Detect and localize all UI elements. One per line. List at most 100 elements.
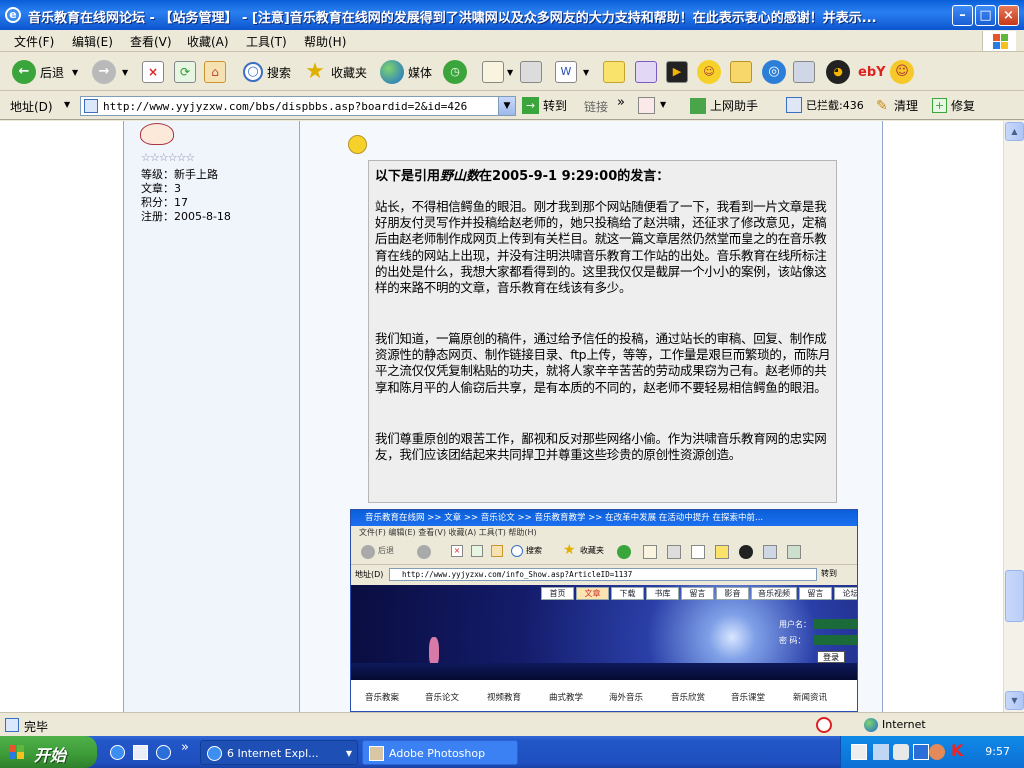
stop-icon: × <box>142 61 164 83</box>
links-button[interactable]: 链接 <box>584 98 608 115</box>
tool-icon[interactable] <box>638 97 655 114</box>
embedded-tab: 影音 <box>716 587 749 600</box>
menu-tools[interactable]: 工具(T) <box>246 33 287 50</box>
embedded-username-field <box>813 619 857 629</box>
popup-blocker-status-icon[interactable] <box>816 717 832 733</box>
qq-button[interactable]: ◕ <box>826 59 850 85</box>
embedded-address-bar: 地址(D) http://www.yyjyzxw.com/info_Show.a… <box>355 568 837 581</box>
search-icon: ○ <box>243 62 263 82</box>
embedded-mail-icon <box>643 545 657 559</box>
embedded-water <box>351 663 857 680</box>
mail-button[interactable]: ▼ <box>482 59 513 85</box>
repair-button[interactable]: + 修复 <box>932 97 975 114</box>
start-button[interactable]: 开始 <box>0 736 97 768</box>
print-button[interactable] <box>520 59 542 85</box>
embedded-tab: 留言 <box>799 587 832 600</box>
embedded-home-icon <box>491 545 503 557</box>
favorites-button[interactable]: ★ 收藏夹 <box>303 59 367 85</box>
stop-button[interactable]: × <box>142 59 164 85</box>
player-button[interactable]: ▶ <box>666 59 688 85</box>
embedded-star-icon: ★ <box>563 542 576 558</box>
tool-dropdown-icon[interactable]: ▼ <box>660 100 666 109</box>
refresh-button[interactable]: ⟳ <box>174 59 196 85</box>
search-button[interactable]: ○ 搜索 <box>243 59 291 85</box>
tools-icon <box>793 61 815 83</box>
ie-task-icon <box>207 746 222 761</box>
maximize-button[interactable]: □ <box>975 5 996 26</box>
media-button[interactable]: 媒体 <box>380 59 432 85</box>
embedded-nav-bar: 音乐教案 音乐论文 视频教育 曲式教学 海外音乐 音乐欣赏 音乐课堂 新闻资讯 <box>351 680 857 711</box>
vertical-scrollbar[interactable]: ▲ ▼ <box>1003 121 1024 712</box>
quicklaunch-chevron-icon[interactable]: » <box>181 740 189 755</box>
tray-app-icon[interactable] <box>913 744 929 760</box>
taskbar-item-ie[interactable]: 6 Internet Expl... ▼ <box>200 740 358 765</box>
forward-button[interactable]: → ▼ <box>92 59 128 85</box>
photoshop-task-icon <box>369 746 384 761</box>
embedded-tools-icon <box>763 545 777 559</box>
home-icon: ⌂ <box>204 61 226 83</box>
edit-dropdown-icon[interactable]: ▼ <box>583 68 589 77</box>
emoticon-button[interactable]: ☺ <box>697 59 721 85</box>
minimize-button[interactable]: – <box>952 5 973 26</box>
quicklaunch-media-icon[interactable] <box>156 745 171 760</box>
status-bar: 完毕 Internet <box>0 712 1024 736</box>
scroll-down-button[interactable]: ▼ <box>1005 691 1024 710</box>
popup-blocked-counter[interactable]: 已拦截:436 <box>786 97 864 113</box>
clean-button[interactable]: ✎ 清理 <box>876 97 918 114</box>
tray-expand-icon[interactable] <box>929 744 945 760</box>
links-chevron-icon[interactable]: » <box>617 95 625 110</box>
antivirus-icon[interactable]: K <box>951 741 963 760</box>
close-button[interactable]: × <box>998 5 1019 26</box>
volume-icon[interactable] <box>893 744 909 760</box>
back-button[interactable]: ← 后退 ▼ <box>12 59 78 85</box>
messenger-button[interactable] <box>635 59 657 85</box>
tools-button[interactable] <box>793 59 815 85</box>
menu-edit[interactable]: 编辑(E) <box>72 33 113 50</box>
embedded-note-icon <box>715 545 729 559</box>
address-url: http://www.yyjyzxw.com/bbs/dispbbs.asp?b… <box>103 100 468 113</box>
smiley-button[interactable]: ☺ <box>890 59 914 85</box>
embedded-title: 音乐教育在线网 >> 文章 >> 音乐论文 >> 音乐教育教学 >> 在改革中发… <box>351 510 857 526</box>
messenger-icon <box>635 61 657 83</box>
history-button[interactable]: ◷ <box>443 59 467 85</box>
history-clock-icon: ◷ <box>443 60 467 84</box>
ebay-button[interactable]: ebY <box>858 59 886 85</box>
scroll-thumb[interactable] <box>1005 570 1024 622</box>
network-icon[interactable] <box>873 744 889 760</box>
quicklaunch-desktop-icon[interactable] <box>133 745 148 760</box>
mail-dropdown-icon[interactable]: ▼ <box>507 68 513 77</box>
sync-button[interactable]: ◎ <box>762 59 786 85</box>
go-button[interactable]: → 转到 <box>522 97 567 114</box>
forward-dropdown-icon[interactable]: ▼ <box>122 68 128 77</box>
money-bag-icon <box>730 61 752 83</box>
address-dropdown-icon[interactable]: ▼ <box>498 97 515 115</box>
post-author-column: ☆☆☆☆☆☆ 等级：新手上路 文章：3 积分：17 注册：2005-8-18 <box>123 121 300 712</box>
embedded-menu: 文件(F) 编辑(E) 查看(V) 收藏(A) 工具(T) 帮助(H) <box>359 528 537 537</box>
sync-icon: ◎ <box>762 60 786 84</box>
qq-penguin-icon: ◕ <box>826 60 850 84</box>
security-zone: Internet <box>882 718 926 731</box>
ebay-icon: ebY <box>858 64 886 80</box>
ime-icon[interactable] <box>851 744 867 760</box>
edit-button[interactable]: W ▼ <box>555 59 589 85</box>
window-title: 音乐教育在线网论坛 - 【站务管理】 - [注意]音乐教育在线网的发展得到了洪啸… <box>28 11 877 26</box>
address-label-dropdown-icon[interactable]: ▼ <box>64 100 70 109</box>
discuss-button[interactable] <box>603 59 625 85</box>
embedded-back-icon <box>361 545 375 559</box>
back-dropdown-icon[interactable]: ▼ <box>72 68 78 77</box>
menu-favorites[interactable]: 收藏(A) <box>187 33 229 50</box>
menu-help[interactable]: 帮助(H) <box>304 33 346 50</box>
menu-file[interactable]: 文件(F) <box>14 33 54 50</box>
scroll-up-button[interactable]: ▲ <box>1005 122 1024 141</box>
title-bar[interactable]: e 音乐教育在线网论坛 - 【站务管理】 - [注意]音乐教育在线网的发展得到了… <box>0 0 1024 30</box>
quicklaunch-ie-icon[interactable] <box>110 745 125 760</box>
printer-icon <box>520 61 542 83</box>
money-button[interactable] <box>730 59 752 85</box>
taskbar-item-photoshop[interactable]: Adobe Photoshop <box>362 740 518 765</box>
address-input[interactable]: http://www.yyjyzxw.com/bbs/dispbbs.asp?b… <box>80 96 516 116</box>
embedded-go: 转到 <box>821 569 837 578</box>
embedded-password-field <box>813 635 857 645</box>
helper-button[interactable]: 上网助手 <box>690 97 758 114</box>
menu-view[interactable]: 查看(V) <box>130 33 172 50</box>
home-button[interactable]: ⌂ <box>204 59 226 85</box>
